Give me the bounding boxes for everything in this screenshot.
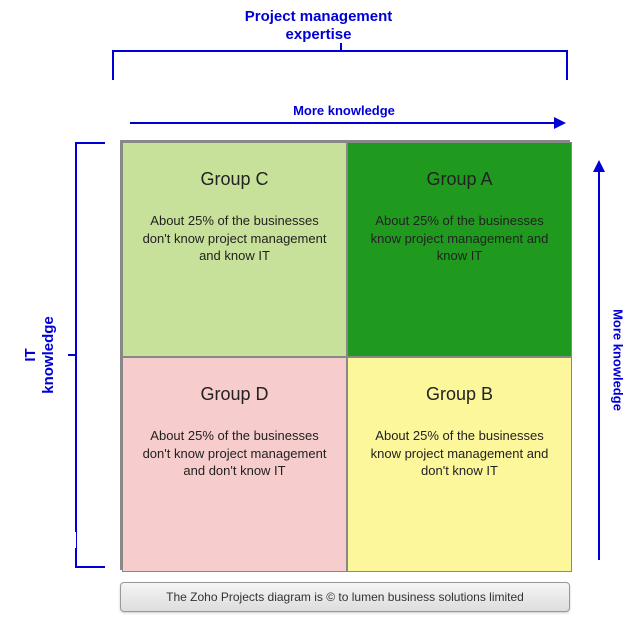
right-arrow-line: [598, 170, 600, 560]
cell-group-d: Group D About 25% of the businesses don'…: [122, 357, 347, 572]
caption: The Zoho Projects diagram is © to lumen …: [120, 582, 570, 612]
left-axis-title: IT knowledge: [22, 316, 58, 394]
cell-title: Group A: [360, 169, 559, 190]
left-bracket: [75, 142, 105, 568]
cell-desc: About 25% of the businesses know project…: [360, 427, 559, 480]
top-axis-title: Project management expertise: [245, 8, 393, 44]
cell-title: Group B: [360, 384, 559, 405]
top-bracket: [112, 50, 568, 80]
cell-title: Group D: [135, 384, 334, 405]
cell-title: Group C: [135, 169, 334, 190]
cell-group-c: Group C About 25% of the businesses don'…: [122, 142, 347, 357]
top-arrow-label: More knowledge: [130, 103, 558, 118]
matrix: Group C About 25% of the businesses don'…: [120, 140, 570, 570]
right-arrow-head-icon: [593, 160, 605, 172]
cell-desc: About 25% of the businesses don't know p…: [135, 427, 334, 480]
cell-group-b: Group B About 25% of the businesses know…: [347, 357, 572, 572]
blank-artifact: [24, 532, 76, 548]
cell-desc: About 25% of the businesses don't know p…: [135, 212, 334, 265]
top-arrow-line: [130, 122, 558, 124]
cell-group-a: Group A About 25% of the businesses know…: [347, 142, 572, 357]
right-arrow-label: More knowledge: [611, 309, 626, 411]
cell-desc: About 25% of the businesses know project…: [360, 212, 559, 265]
top-arrow-head-icon: [554, 117, 566, 129]
